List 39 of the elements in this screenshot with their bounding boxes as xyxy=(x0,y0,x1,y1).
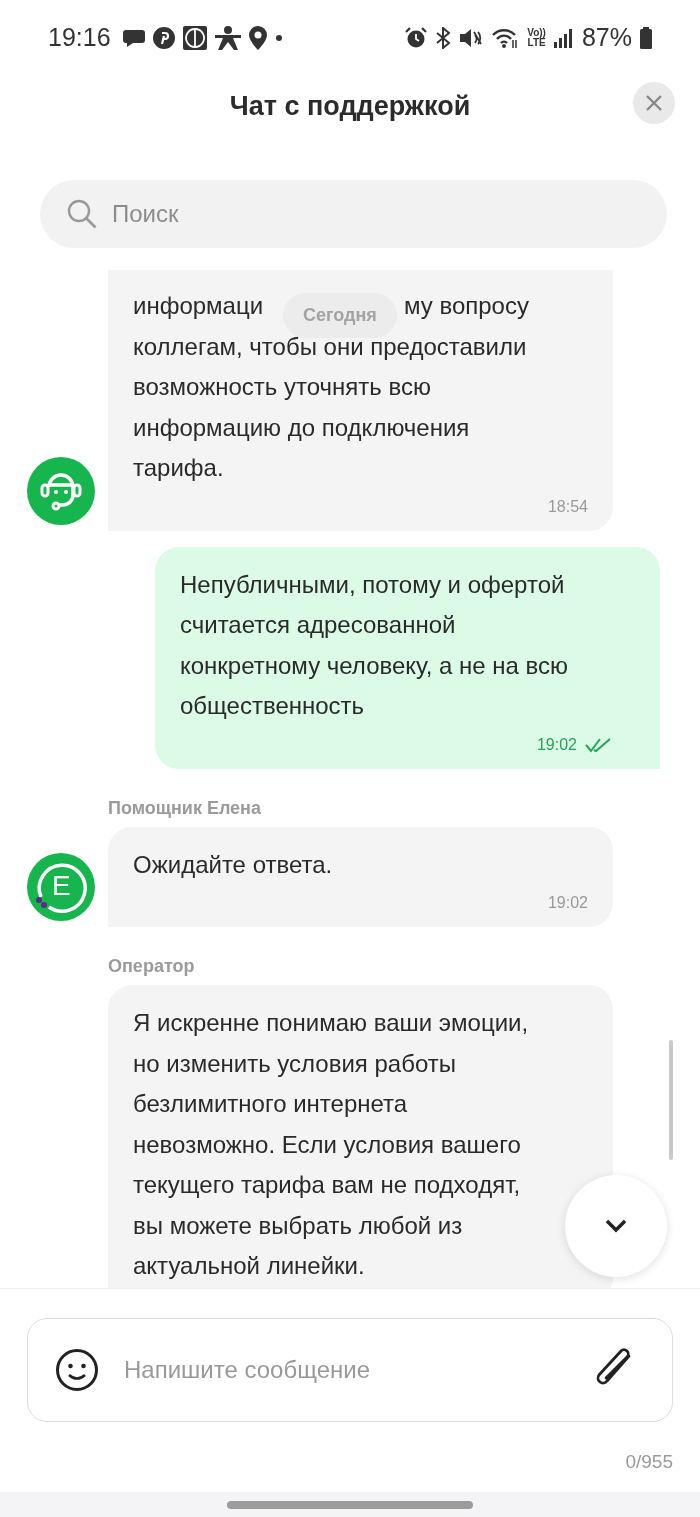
network-label: Vo)) xyxy=(527,28,546,38)
message-text: му вопросу xyxy=(404,291,529,321)
network-label: LTE xyxy=(527,38,546,48)
location-pin-icon xyxy=(248,26,267,50)
message-text: информаци xyxy=(133,291,265,321)
message-text: Непубличными, потому и офертой считается адресованной конкретному человеку, а не на всю общественность xyxy=(180,569,570,721)
alarm-icon xyxy=(405,27,428,49)
support-agent-avatar xyxy=(27,456,95,525)
avatar-letter: E xyxy=(52,869,71,903)
signal-icon xyxy=(553,28,574,48)
search-field[interactable]: Поиск xyxy=(40,180,667,248)
square-app-icon xyxy=(182,26,207,50)
person-icon xyxy=(214,26,241,50)
pin-circle-icon xyxy=(152,27,175,49)
character-counter: 0/955 xyxy=(624,1450,673,1474)
sender-name: Помощник Елена xyxy=(108,796,262,820)
chevron-down-icon xyxy=(605,1219,627,1233)
dot-icon xyxy=(274,34,283,42)
close-icon xyxy=(645,94,663,112)
message-text: Я искренне понимаю ваши эмоции, но изменить условия работы безлимитного интернета невозможно. Если условия вашего текущего тарифа вам не подходят, вы можете выбрать любой из актуальной линейки. xyxy=(133,1008,530,1281)
sender-name: Оператор xyxy=(108,955,196,978)
screen-title: Чат с поддержкой xyxy=(229,89,471,123)
message-time: 18:54 xyxy=(547,496,588,517)
battery-icon xyxy=(640,27,652,49)
message-time: 19:02 xyxy=(536,734,577,755)
assistant-avatar xyxy=(27,853,95,921)
chat-bubble-icon xyxy=(122,28,145,48)
search-icon xyxy=(67,199,97,229)
date-badge: Сегодня xyxy=(283,293,397,338)
message-text: Ожидайте ответа. xyxy=(133,849,334,880)
message-time: 19:02 xyxy=(547,893,588,913)
clock-time: 19:16 xyxy=(48,22,111,54)
wifi-icon xyxy=(491,27,520,49)
bluetooth-icon xyxy=(435,27,452,49)
battery-percent: 87% xyxy=(581,22,632,54)
muted-speaker-icon xyxy=(459,27,484,49)
close-button[interactable] xyxy=(633,82,675,124)
smiley-icon xyxy=(55,1348,99,1392)
message-field[interactable]: Напишите сообщение xyxy=(27,1318,673,1422)
